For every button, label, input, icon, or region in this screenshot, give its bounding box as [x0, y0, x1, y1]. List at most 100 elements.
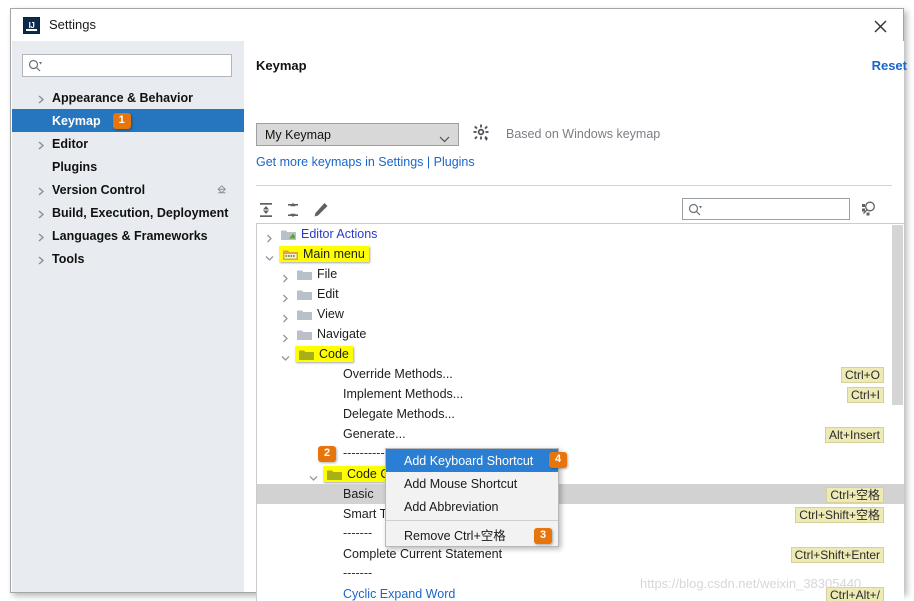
keymap-panel: Keymap Reset My Keymap Based on Windows …	[244, 41, 907, 601]
sidebar-item-languages-frameworks[interactable]: Languages & Frameworks	[12, 224, 244, 247]
tree-row-label: Navigate	[317, 327, 367, 341]
folder-icon	[297, 328, 312, 340]
get-more-keymaps-link[interactable]: Get more keymaps in Settings | Plugins	[256, 155, 475, 169]
based-on-label: Based on Windows keymap	[506, 127, 661, 141]
context-menu-item-label: Add Mouse Shortcut	[404, 476, 518, 491]
tree-search-box[interactable]	[682, 198, 850, 220]
tree-row[interactable]: Complete Current Statement Ctrl+Shift+En…	[257, 544, 904, 564]
shortcut-badge: Ctrl+空格	[826, 487, 884, 503]
folder-icon	[299, 348, 314, 360]
search-icon	[688, 203, 702, 222]
keymap-select[interactable]: My Keymap	[256, 123, 459, 146]
chevron-right-icon[interactable]	[281, 290, 290, 303]
shortcut-badge: Alt+Insert	[824, 427, 884, 443]
tree-row[interactable]: Basic Ctrl+空格	[257, 484, 904, 504]
sidebar-search-box[interactable]	[22, 54, 232, 77]
folder-icon	[297, 308, 312, 320]
gear-icon[interactable]	[473, 124, 491, 142]
tree-row[interactable]: Navigate	[257, 324, 904, 344]
watermark-text: https://blog.csdn.net/weixin_38305440	[640, 576, 862, 591]
tree-row[interactable]: Editor Actions	[257, 224, 904, 244]
context-menu-item-add-mouse-shortcut[interactable]: Add Mouse Shortcut	[386, 472, 558, 495]
tree-row[interactable]: View	[257, 304, 904, 324]
tree-row[interactable]: Generate... Alt+Insert	[257, 424, 904, 444]
context-menu-item-label: Add Abbreviation	[404, 499, 499, 514]
context-menu-item-label: Remove Ctrl+空格	[404, 529, 506, 543]
sidebar-item-label: Tools	[52, 251, 85, 266]
sidebar-item-label: Editor	[52, 136, 89, 151]
tree-row-label: Editor Actions	[301, 227, 378, 241]
sidebar-item-editor[interactable]: Editor	[12, 132, 244, 155]
sidebar-item-label: Keymap	[52, 113, 101, 128]
step-badge-2: 2	[318, 446, 337, 462]
sidebar-search-input[interactable]	[47, 58, 227, 74]
shortcut-badge: Ctrl+Shift+Enter	[790, 547, 884, 563]
window-titlebar: IJ Settings	[11, 9, 903, 41]
step-badge-4: 4	[549, 452, 568, 468]
context-menu-item-remove-shortcut[interactable]: Remove Ctrl+空格	[386, 523, 558, 546]
sidebar-item-tools[interactable]: Tools	[12, 247, 244, 270]
chevron-down-icon	[439, 132, 450, 146]
screenshot-root: IJ Settings Appearance & Behavior Keymap…	[0, 0, 914, 601]
sidebar-item-label: Appearance & Behavior	[52, 90, 194, 105]
sidebar-item-version-control[interactable]: Version Control ⎒	[12, 178, 244, 201]
context-menu-item-add-keyboard-shortcut[interactable]: Add Keyboard Shortcut	[386, 449, 558, 472]
intellij-idea-icon: IJ	[23, 17, 40, 34]
window-title: Settings	[49, 17, 96, 32]
tree-row-label: File	[317, 267, 338, 281]
tree-row[interactable]: Edit	[257, 284, 904, 304]
collapse-all-icon[interactable]	[284, 201, 302, 219]
folder-editor-actions-icon	[281, 228, 296, 240]
shortcut-badge: Ctrl+O	[840, 367, 884, 383]
divider	[256, 185, 892, 186]
sidebar-item-label: Languages & Frameworks	[52, 228, 208, 243]
tree-row[interactable]: Code	[257, 344, 904, 364]
chevron-right-icon[interactable]	[281, 270, 290, 283]
tree-row[interactable]: Delegate Methods...	[257, 404, 904, 424]
tree-row[interactable]: Code Completion	[257, 464, 904, 484]
folder-icon	[327, 468, 342, 480]
pencil-edit-icon[interactable]	[312, 201, 330, 219]
tree-row[interactable]: File	[257, 264, 904, 284]
sidebar-item-label: Version Control	[52, 182, 146, 197]
tree-row-label: Delegate Methods...	[343, 407, 455, 421]
tree-row-label: View	[317, 307, 344, 321]
context-menu-item-label: Add Keyboard Shortcut	[404, 453, 534, 468]
shortcut-badge: Ctrl+Shift+空格	[795, 507, 884, 523]
tree-separator-label: -------	[343, 566, 373, 580]
chevron-right-icon	[37, 185, 45, 196]
keymap-tree[interactable]: Editor Actions Main menu File Edit View …	[256, 223, 904, 601]
chevron-right-icon[interactable]	[281, 310, 290, 323]
tree-row-label: Basic	[343, 487, 374, 501]
chevron-down-icon[interactable]	[281, 350, 290, 361]
page-title: Keymap	[256, 58, 307, 73]
sidebar-item-plugins[interactable]: Plugins	[12, 155, 244, 178]
tree-row-label: Implement Methods...	[343, 387, 464, 401]
tree-row[interactable]: Smart Type Ctrl+Shift+空格	[257, 504, 904, 524]
context-menu-item-add-abbreviation[interactable]: Add Abbreviation	[386, 495, 558, 518]
tree-row-label: Complete Current Statement	[343, 547, 503, 561]
tree-row-separator: -------	[257, 524, 904, 544]
tree-row-separator: ------------	[257, 444, 904, 464]
find-by-shortcut-icon[interactable]	[859, 199, 879, 219]
sidebar-item-build-execution-deployment[interactable]: Build, Execution, Deployment	[12, 201, 244, 224]
close-icon[interactable]	[867, 15, 893, 37]
sidebar-item-label: Plugins	[52, 159, 98, 174]
sidebar-item-appearance-behavior[interactable]: Appearance & Behavior	[12, 86, 244, 109]
tree-search-input[interactable]	[707, 201, 845, 217]
chevron-right-icon[interactable]	[265, 230, 274, 243]
tree-row[interactable]: Main menu	[257, 244, 904, 264]
tree-row[interactable]: Override Methods... Ctrl+O	[257, 364, 904, 384]
chevron-down-icon[interactable]	[309, 470, 318, 481]
expand-all-icon[interactable]	[257, 201, 275, 219]
chevron-right-icon	[37, 208, 45, 219]
chevron-right-icon	[37, 254, 45, 265]
chevron-down-icon[interactable]	[265, 250, 274, 261]
chevron-right-icon[interactable]	[281, 330, 290, 343]
sidebar-item-keymap[interactable]: Keymap 1	[12, 109, 244, 132]
reset-button[interactable]: Reset	[872, 58, 907, 73]
tree-row-label: Override Methods...	[343, 367, 453, 381]
tree-row-label: Edit	[317, 287, 339, 301]
tree-row[interactable]: Implement Methods... Ctrl+I	[257, 384, 904, 404]
shortcut-badge: Ctrl+I	[846, 387, 884, 403]
